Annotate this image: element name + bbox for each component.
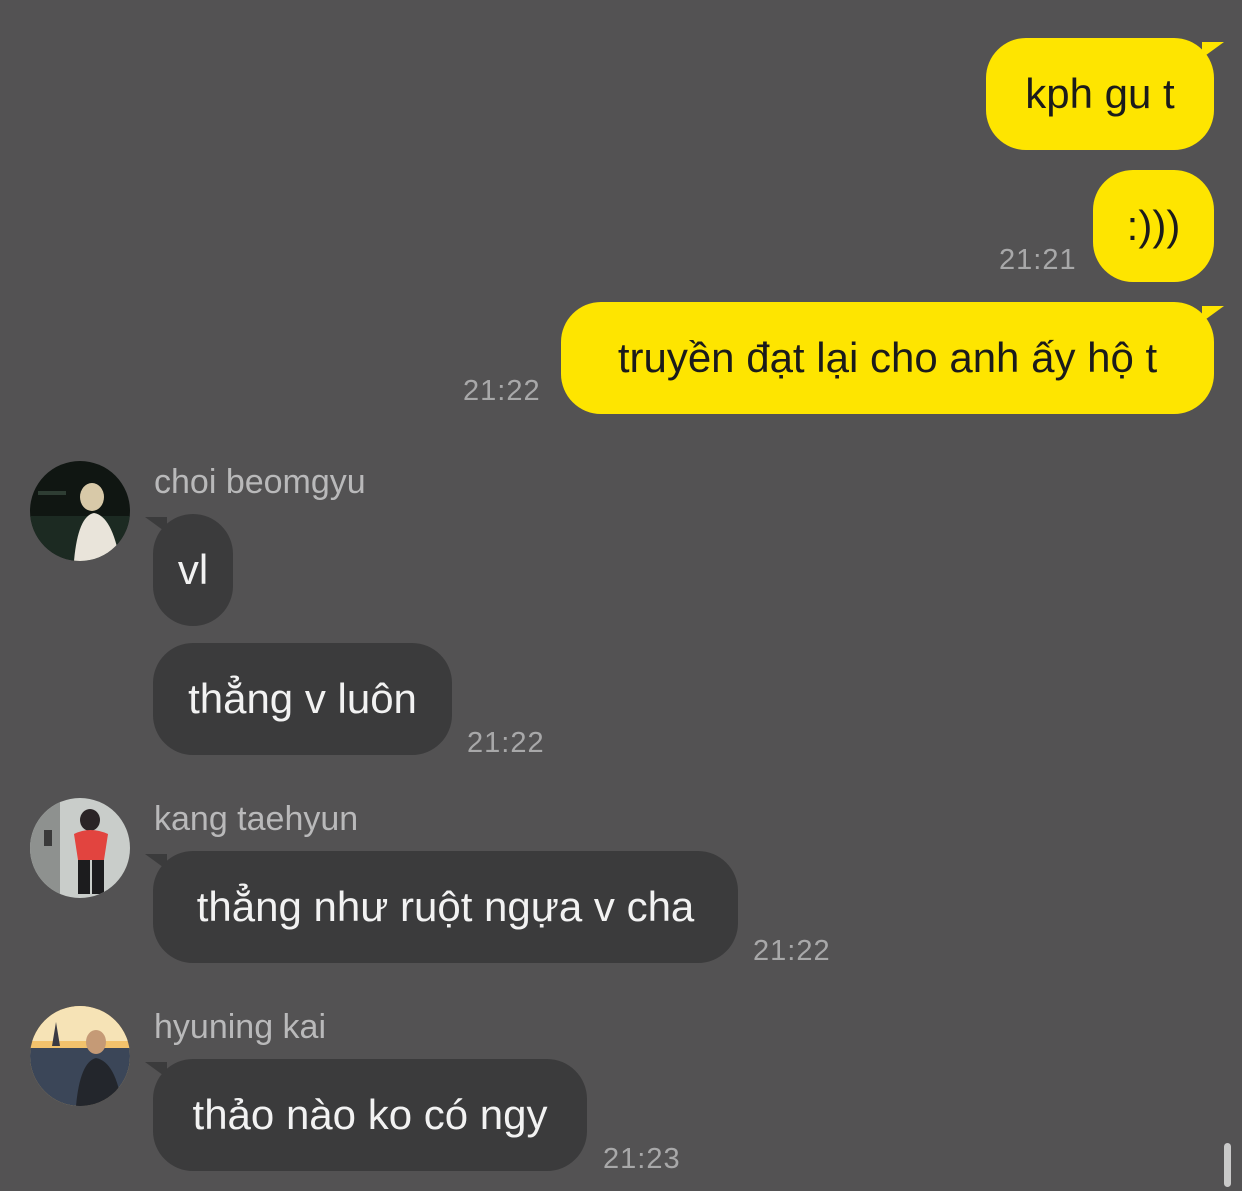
received-message-bubble[interactable]: thẳng như ruột ngựa v cha [153,851,738,963]
message-timestamp: 21:22 [463,375,541,407]
scrollbar[interactable] [1224,1143,1231,1187]
avatar-photo [30,461,130,561]
avatar-choi-beomgyu[interactable] [30,461,130,561]
avatar-kang-taehyun[interactable] [30,798,130,898]
avatar-photo [30,798,130,898]
message-timestamp: 21:23 [603,1143,681,1175]
sender-name: hyuning kai [154,1008,327,1046]
sender-name: choi beomgyu [154,463,366,501]
bubble-tail [1202,306,1224,322]
message-timestamp: 21:21 [999,244,1077,276]
sent-message-bubble[interactable]: :))) [1093,170,1214,282]
received-message-bubble[interactable]: thảo nào ko có ngy [153,1059,587,1171]
received-message-bubble[interactable]: thẳng v luôn [153,643,452,755]
message-timestamp: 21:22 [753,935,831,967]
avatar-photo [30,1006,130,1106]
avatar-hyuning-kai[interactable] [30,1006,130,1106]
bubble-tail [1202,42,1224,58]
received-message-bubble[interactable]: vl [153,514,233,626]
message-timestamp: 21:22 [467,727,545,759]
sent-message-bubble[interactable]: truyền đạt lại cho anh ấy hộ t [561,302,1214,414]
sender-name: kang taehyun [154,800,359,838]
sent-message-bubble[interactable]: kph gu t [986,38,1214,150]
